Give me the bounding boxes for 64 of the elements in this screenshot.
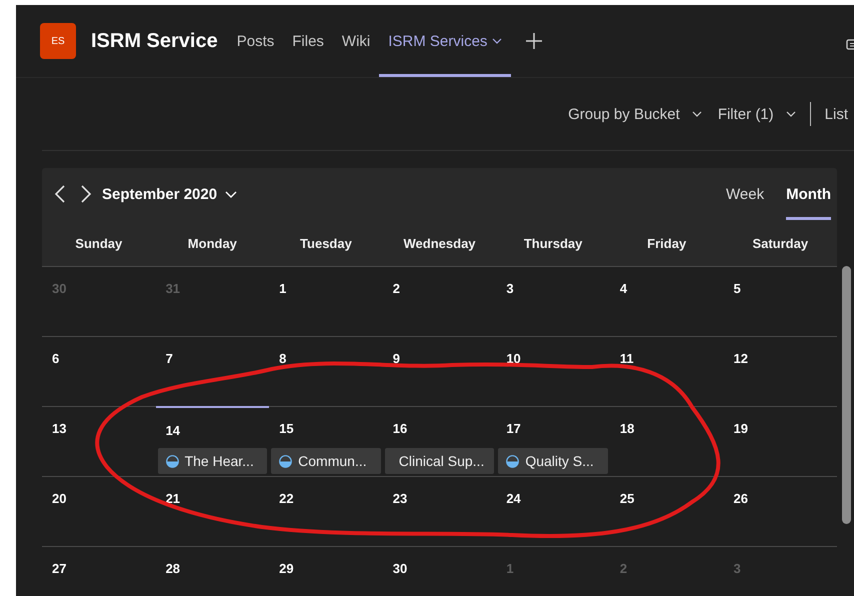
group-by-dropdown[interactable]: Group by Bucket: [562, 102, 708, 126]
filter-dropdown[interactable]: Filter (1): [712, 102, 802, 126]
task-chip[interactable]: Quality S...: [498, 448, 608, 474]
weekday-label: Thursday: [522, 236, 584, 250]
day-number: 2: [392, 281, 400, 296]
chevron-down-icon: [692, 111, 702, 117]
tab[interactable]: ISRM Services: [379, 5, 512, 77]
day-number: 6: [52, 351, 60, 366]
chevron-down-icon: [225, 190, 238, 198]
weekday-label: Friday: [646, 236, 688, 250]
next-icon[interactable]: [80, 185, 92, 203]
day-number: 27: [52, 561, 66, 576]
day-number: 7: [166, 351, 173, 366]
day-number: 18: [620, 421, 634, 436]
task-chip[interactable]: Commun...: [271, 448, 381, 474]
day-number: 20: [52, 491, 66, 506]
view-tab[interactable]: Week: [726, 168, 764, 220]
weekday-label: Monday: [186, 236, 238, 250]
day-number: 17: [506, 421, 521, 436]
day-number: 31: [166, 281, 180, 296]
weekday-label: Wednesday: [402, 236, 477, 250]
month-picker[interactable]: September 2020: [102, 186, 238, 202]
tab[interactable]: Posts: [228, 5, 284, 77]
day-number: 8: [279, 351, 286, 366]
chevron-down-icon: [786, 111, 796, 117]
day-number: 26: [733, 491, 748, 506]
day-number: 1: [506, 561, 514, 576]
day-number: 29: [279, 561, 294, 576]
weekday-label: Saturday: [751, 236, 810, 250]
day-number: 22: [279, 491, 294, 506]
tab[interactable]: Wiki: [332, 5, 380, 77]
day-number: 12: [733, 351, 748, 366]
previous-icon[interactable]: [54, 185, 66, 203]
scrollbar-thumb[interactable]: [842, 266, 852, 524]
day-number: 23: [392, 491, 408, 506]
day-number: 24: [506, 491, 521, 506]
day-number: 2: [620, 561, 628, 576]
list-view-button[interactable]: List: [818, 102, 854, 126]
day-number: 30: [392, 561, 408, 576]
day-number: 25: [620, 491, 634, 506]
day-number: 30: [52, 281, 66, 296]
day-number: 11: [620, 351, 634, 366]
day-number: 14: [166, 423, 180, 438]
day-number: 16: [392, 421, 408, 436]
day-number: 5: [733, 281, 741, 296]
day-number: 3: [733, 561, 741, 576]
day-number: 19: [733, 421, 748, 436]
day-number: 15: [279, 421, 294, 436]
day-number: 9: [392, 351, 400, 366]
day-number: 1: [279, 281, 286, 296]
day-number: 28: [166, 561, 180, 576]
add-icon[interactable]: [525, 32, 544, 50]
weekday-label: Sunday: [74, 236, 124, 250]
team-avatar: ES: [40, 23, 76, 59]
weekday-label: Tuesday: [299, 236, 353, 250]
day-number: 4: [620, 281, 628, 296]
task-chip[interactable]: The Hear...: [158, 448, 268, 474]
day-number: 21: [166, 491, 180, 506]
day-number: 3: [506, 281, 514, 296]
day-number: 13: [52, 421, 66, 436]
task-chip[interactable]: Clinical Sup...: [384, 448, 494, 474]
day-number: 10: [506, 351, 521, 366]
tab[interactable]: Files: [283, 5, 333, 77]
team-name: ISRM Service: [91, 30, 218, 52]
